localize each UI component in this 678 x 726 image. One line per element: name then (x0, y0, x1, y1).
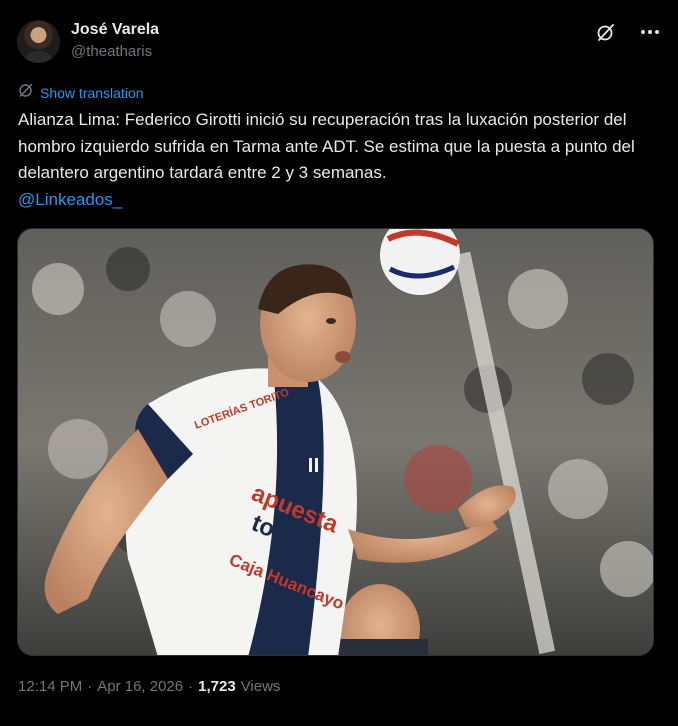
globe-translate-icon (18, 82, 34, 103)
tweet-text: Alianza Lima: Federico Girotti inició su… (18, 110, 635, 182)
author-names: José Varela @theatharis (71, 20, 159, 62)
author-display-name[interactable]: José Varela (71, 20, 159, 40)
tweet-header: José Varela @theatharis (17, 17, 661, 65)
author-avatar[interactable] (17, 19, 60, 63)
photo-illustration: apuesta total Caja Huancayo LOTERÍAS TOR… (18, 229, 653, 655)
tweet-photo[interactable]: apuesta total Caja Huancayo LOTERÍAS TOR… (17, 228, 654, 656)
views-count[interactable]: 1,723 (198, 678, 236, 695)
header-actions (595, 21, 661, 43)
more-dots-icon[interactable] (639, 21, 661, 43)
meta-separator-2: · (188, 678, 194, 695)
tweet-meta: 12:14 PM · Apr 16, 2026 · 1,723 Views (18, 678, 280, 695)
show-translation-link[interactable]: Show translation (40, 85, 144, 101)
show-translation-row[interactable]: Show translation (18, 82, 144, 103)
tweet-card: José Varela @theatharis Show translation… (0, 0, 678, 726)
grok-slash-icon[interactable] (595, 21, 617, 43)
tweet-time[interactable]: 12:14 PM (18, 678, 82, 695)
meta-separator: · (87, 678, 93, 695)
mention-link[interactable]: @Linkeados_ (18, 190, 122, 209)
author-handle[interactable]: @theatharis (71, 42, 159, 62)
tweet-body: Alianza Lima: Federico Girotti inició su… (18, 107, 663, 213)
tweet-date[interactable]: Apr 16, 2026 (97, 678, 183, 695)
views-label: Views (240, 678, 281, 695)
